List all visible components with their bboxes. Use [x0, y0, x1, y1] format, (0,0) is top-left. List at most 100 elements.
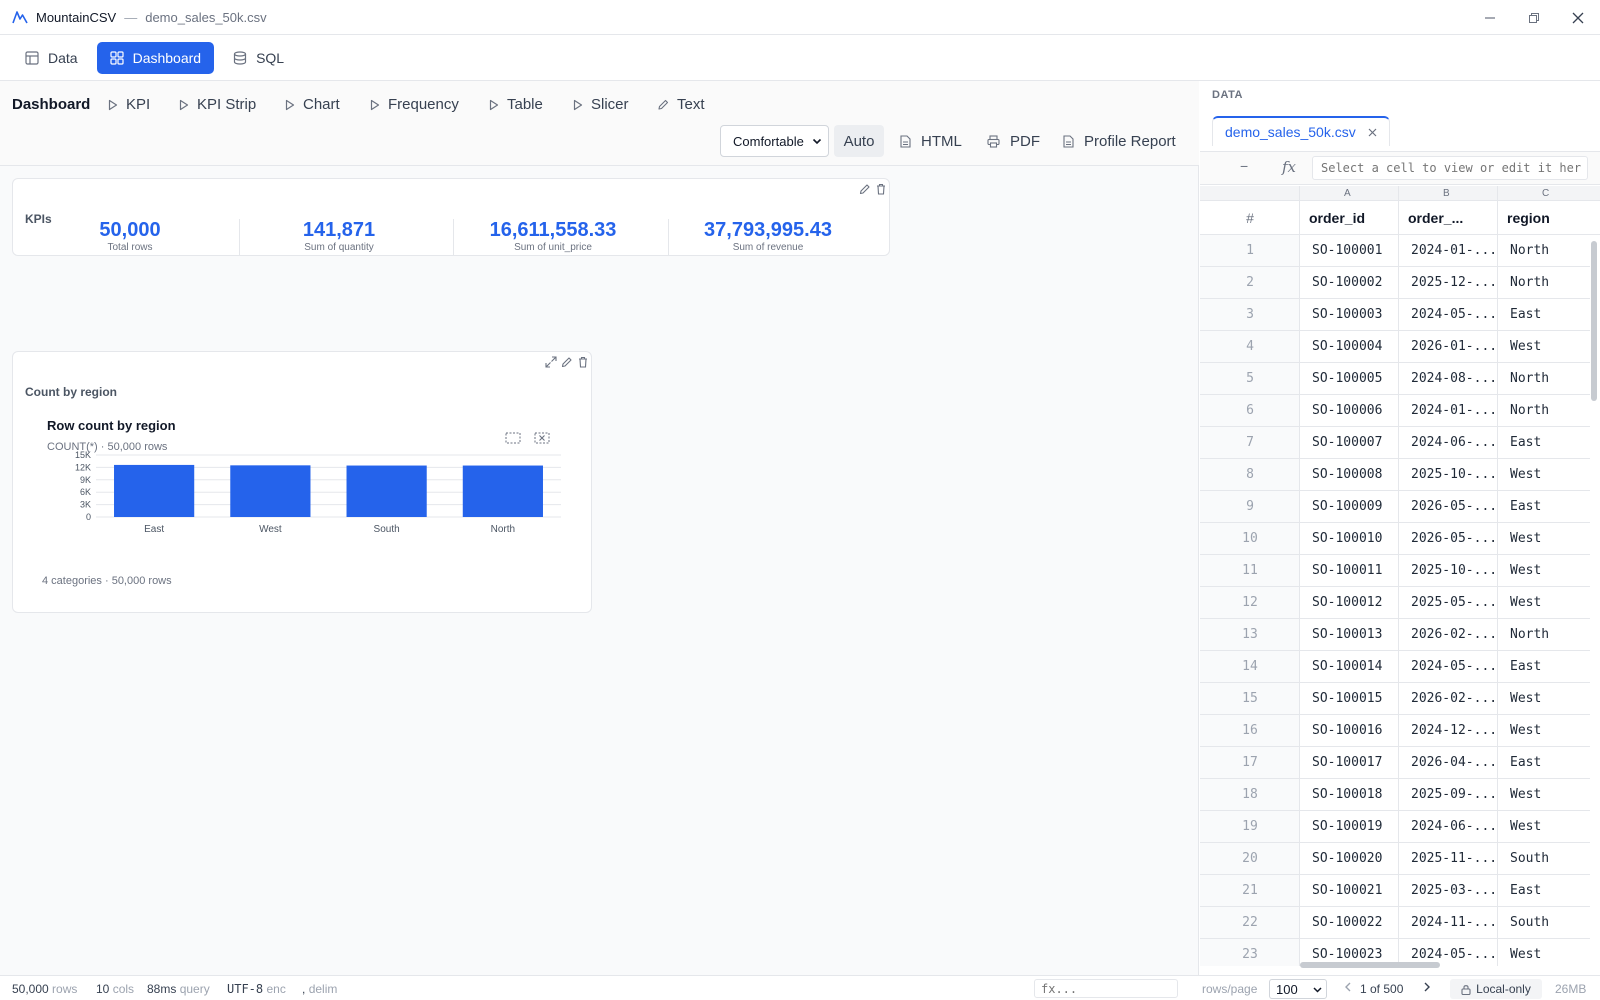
cell-order-date[interactable]: 2025-09-...: [1411, 787, 1497, 802]
table-row[interactable]: 12 SO-100012 2025-05-... West: [1200, 587, 1590, 619]
table-row[interactable]: 6 SO-100006 2024-01-... North: [1200, 395, 1590, 427]
cell-region[interactable]: South: [1510, 851, 1549, 866]
add-table-button[interactable]: Table: [489, 96, 543, 113]
formula-input[interactable]: [1312, 156, 1588, 180]
table-row[interactable]: 8 SO-100008 2025-10-... West: [1200, 459, 1590, 491]
cell-region[interactable]: East: [1510, 659, 1541, 674]
cell-order-date[interactable]: 2025-03-...: [1411, 883, 1497, 898]
table-row[interactable]: 2 SO-100002 2025-12-... North: [1200, 267, 1590, 299]
cell-region[interactable]: East: [1510, 499, 1541, 514]
bar-south[interactable]: [346, 465, 427, 517]
cell-order-date[interactable]: 2024-05-...: [1411, 307, 1497, 322]
add-kpi-button[interactable]: KPI: [108, 96, 150, 113]
cell-order-id[interactable]: SO-100019: [1312, 819, 1382, 834]
horizontal-scrollbar[interactable]: [1300, 962, 1440, 968]
delete-chart-button[interactable]: [577, 356, 589, 368]
cell-order-date[interactable]: 2025-11-...: [1411, 851, 1497, 866]
cell-order-id[interactable]: SO-100017: [1312, 755, 1382, 770]
cell-order-date[interactable]: 2024-08-...: [1411, 371, 1497, 386]
cell-region[interactable]: North: [1510, 275, 1549, 290]
table-row[interactable]: 18 SO-100018 2025-09-... West: [1200, 779, 1590, 811]
cell-order-date[interactable]: 2024-05-...: [1411, 659, 1497, 674]
table-row[interactable]: 14 SO-100014 2024-05-... East: [1200, 651, 1590, 683]
select-area-button[interactable]: [505, 432, 521, 444]
cell-order-id[interactable]: SO-100001: [1312, 243, 1382, 258]
cell-order-date[interactable]: 2025-05-...: [1411, 595, 1497, 610]
clear-selection-button[interactable]: [534, 432, 550, 444]
cell-region[interactable]: West: [1510, 947, 1541, 962]
auto-layout-button[interactable]: Auto: [834, 125, 884, 157]
cell-region[interactable]: West: [1510, 467, 1541, 482]
cell-region[interactable]: West: [1510, 595, 1541, 610]
tab-dashboard[interactable]: Dashboard: [96, 41, 215, 74]
cell-order-id[interactable]: SO-100020: [1312, 851, 1382, 866]
status-formula-input[interactable]: [1034, 979, 1178, 998]
cell-order-date[interactable]: 2026-02-...: [1411, 627, 1497, 642]
cell-order-date[interactable]: 2026-05-...: [1411, 531, 1497, 546]
cell-order-date[interactable]: 2026-01-...: [1411, 339, 1497, 354]
cell-order-date[interactable]: 2026-02-...: [1411, 691, 1497, 706]
cell-order-id[interactable]: SO-100010: [1312, 531, 1382, 546]
cell-region[interactable]: East: [1510, 755, 1541, 770]
cell-order-id[interactable]: SO-100008: [1312, 467, 1382, 482]
cell-region[interactable]: West: [1510, 819, 1541, 834]
cell-order-date[interactable]: 2026-04-...: [1411, 755, 1497, 770]
cell-order-id[interactable]: SO-100003: [1312, 307, 1382, 322]
prev-page-button[interactable]: [1344, 982, 1352, 992]
bar-north[interactable]: [462, 465, 543, 517]
expand-chart-button[interactable]: [545, 356, 557, 368]
table-row[interactable]: 3 SO-100003 2024-05-... East: [1200, 299, 1590, 331]
cell-order-id[interactable]: SO-100015: [1312, 691, 1382, 706]
table-row[interactable]: 13 SO-100013 2026-02-... North: [1200, 619, 1590, 651]
cell-order-date[interactable]: 2024-11-...: [1411, 915, 1497, 930]
cell-order-id[interactable]: SO-100007: [1312, 435, 1382, 450]
table-row[interactable]: 11 SO-100011 2025-10-... West: [1200, 555, 1590, 587]
cell-order-id[interactable]: SO-100016: [1312, 723, 1382, 738]
cell-order-id[interactable]: SO-100009: [1312, 499, 1382, 514]
cell-order-id[interactable]: SO-100018: [1312, 787, 1382, 802]
table-row[interactable]: 22 SO-100022 2024-11-... South: [1200, 907, 1590, 939]
cell-region[interactable]: West: [1510, 339, 1541, 354]
bar-west[interactable]: [230, 465, 311, 517]
close-tab-button[interactable]: [1368, 128, 1377, 137]
cell-order-id[interactable]: SO-100006: [1312, 403, 1382, 418]
cell-order-id[interactable]: SO-100002: [1312, 275, 1382, 290]
table-row[interactable]: 19 SO-100019 2024-06-... West: [1200, 811, 1590, 843]
rows-per-page-select[interactable]: 100: [1269, 979, 1327, 999]
cell-region[interactable]: East: [1510, 883, 1541, 898]
table-row[interactable]: 5 SO-100005 2024-08-... North: [1200, 363, 1590, 395]
cell-region[interactable]: West: [1510, 531, 1541, 546]
add-chart-button[interactable]: Chart: [285, 96, 340, 113]
cell-region[interactable]: East: [1510, 307, 1541, 322]
cell-order-id[interactable]: SO-100012: [1312, 595, 1382, 610]
cell-region[interactable]: West: [1510, 691, 1541, 706]
cell-order-id[interactable]: SO-100023: [1312, 947, 1382, 962]
file-tab[interactable]: demo_sales_50k.csv: [1212, 116, 1390, 146]
cell-order-date[interactable]: 2024-06-...: [1411, 435, 1497, 450]
cell-order-date[interactable]: 2025-10-...: [1411, 563, 1497, 578]
cell-region[interactable]: West: [1510, 787, 1541, 802]
cell-order-date[interactable]: 2026-05-...: [1411, 499, 1497, 514]
table-row[interactable]: 17 SO-100017 2026-04-... East: [1200, 747, 1590, 779]
bar-east[interactable]: [114, 464, 195, 517]
column-header-region[interactable]: region: [1507, 210, 1550, 226]
cell-order-id[interactable]: SO-100013: [1312, 627, 1382, 642]
add-kpi-strip-button[interactable]: KPI Strip: [179, 96, 256, 113]
column-header-order-id[interactable]: order_id: [1309, 210, 1365, 226]
tab-data[interactable]: Data: [12, 42, 91, 74]
close-window-button[interactable]: [1556, 0, 1600, 35]
vertical-scrollbar[interactable]: [1591, 241, 1597, 401]
table-row[interactable]: 9 SO-100009 2026-05-... East: [1200, 491, 1590, 523]
tab-sql[interactable]: SQL: [220, 42, 297, 74]
cell-region[interactable]: West: [1510, 563, 1541, 578]
table-row[interactable]: 20 SO-100020 2025-11-... South: [1200, 843, 1590, 875]
cell-order-id[interactable]: SO-100014: [1312, 659, 1382, 674]
add-frequency-button[interactable]: Frequency: [370, 96, 459, 113]
cell-region[interactable]: North: [1510, 403, 1549, 418]
edit-chart-button[interactable]: [561, 356, 573, 368]
table-row[interactable]: 15 SO-100015 2026-02-... West: [1200, 683, 1590, 715]
table-row[interactable]: 21 SO-100021 2025-03-... East: [1200, 875, 1590, 907]
column-header-order-date[interactable]: order_...: [1408, 210, 1463, 226]
density-select[interactable]: Comfortable: [720, 125, 829, 157]
table-row[interactable]: 16 SO-100016 2024-12-... West: [1200, 715, 1590, 747]
